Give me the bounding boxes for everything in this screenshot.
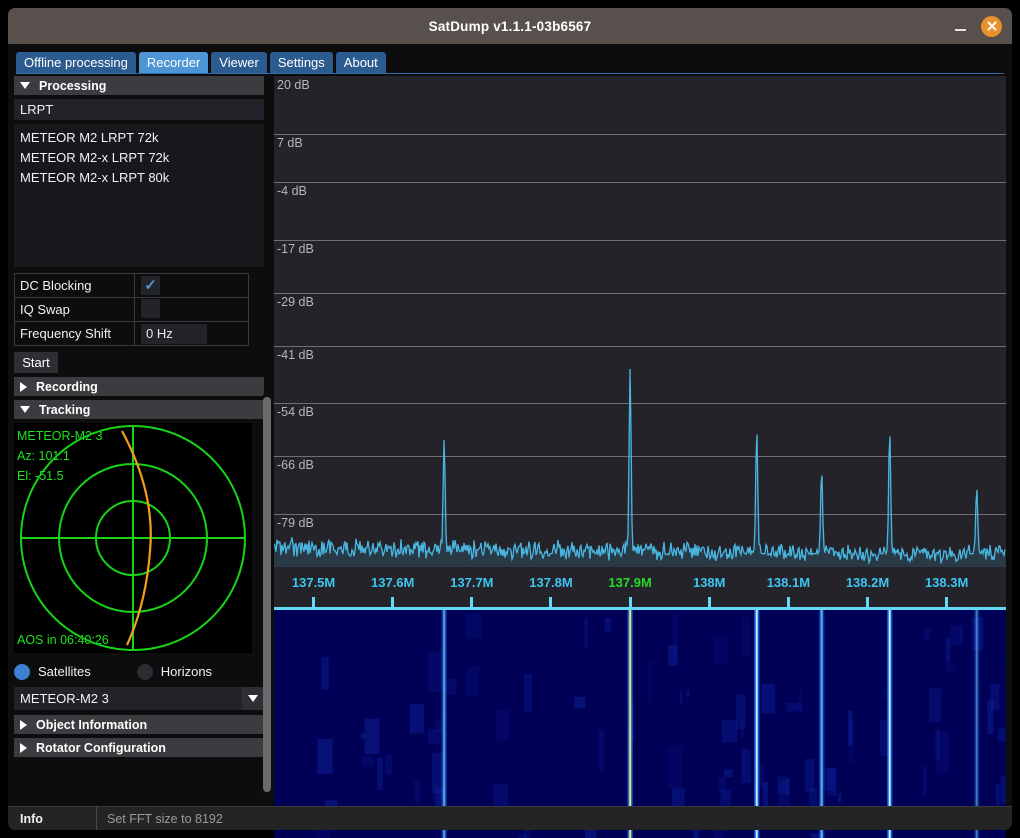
frequency-tick-label: 137.9M bbox=[608, 575, 652, 590]
tracking-mode-radios: Satellites Horizons bbox=[14, 659, 264, 684]
satdump-window: SatDump v1.1.1-03b6567 Offline processin… bbox=[0, 0, 1020, 838]
chevron-down-icon bbox=[20, 406, 30, 413]
tab-about[interactable]: About bbox=[335, 52, 386, 73]
option-label-dc-blocking: DC Blocking bbox=[14, 273, 135, 298]
section-label-tracking: Tracking bbox=[39, 402, 91, 417]
frequency-tick-label: 138M bbox=[692, 575, 726, 590]
tab-recorder[interactable]: Recorder bbox=[138, 52, 209, 73]
chevron-right-icon bbox=[20, 742, 27, 753]
check-icon: ✓ bbox=[144, 277, 157, 294]
radio-label-satellites: Satellites bbox=[38, 664, 91, 679]
tab-settings[interactable]: Settings bbox=[269, 52, 333, 73]
option-value-dc-blocking: ✓ bbox=[134, 273, 249, 298]
status-level: Info bbox=[8, 807, 97, 830]
frequency-axis[interactable]: 137.5M 137.6M 137.7M 137.8M 137.9M 138M 138.1M… bbox=[274, 567, 1006, 610]
status-message: Set FFT size to 8192 bbox=[107, 811, 223, 826]
dc-blocking-checkbox[interactable]: ✓ bbox=[141, 276, 160, 295]
close-icon[interactable] bbox=[981, 15, 1002, 37]
pipeline-list[interactable]: METEOR M2 LRPT 72k METEOR M2-x LRPT 72k … bbox=[14, 124, 264, 267]
start-button[interactable]: Start bbox=[14, 352, 58, 373]
section-header-tracking[interactable]: Tracking bbox=[14, 400, 264, 419]
title-bar: SatDump v1.1.1-03b6567 bbox=[8, 8, 1012, 44]
object-select-dropdown[interactable]: METEOR-M2 3 bbox=[14, 687, 264, 710]
tab-underline bbox=[16, 73, 1004, 74]
tab-viewer[interactable]: Viewer bbox=[211, 52, 267, 73]
section-label-recording: Recording bbox=[36, 379, 98, 394]
minimize-icon[interactable] bbox=[953, 18, 969, 34]
option-label-iq-swap: IQ Swap bbox=[14, 297, 135, 322]
pipeline-select-value: LRPT bbox=[20, 102, 54, 117]
pipeline-select[interactable]: LRPT bbox=[14, 99, 264, 120]
list-item[interactable]: METEOR M2-x LRPT 80k bbox=[20, 168, 258, 188]
left-sidebar: Processing LRPT METEOR M2 LRPT 72k METEO… bbox=[14, 76, 264, 798]
section-header-rotator-configuration[interactable]: Rotator Configuration bbox=[14, 738, 264, 757]
frequency-tick-label: 138.2M bbox=[845, 575, 890, 590]
tab-offline-processing[interactable]: Offline processing bbox=[16, 52, 136, 73]
frequency-tick-label: 137.5M bbox=[291, 575, 336, 590]
section-header-processing[interactable]: Processing bbox=[14, 76, 264, 95]
window-controls bbox=[953, 8, 1002, 44]
chevron-right-icon bbox=[20, 381, 27, 392]
elevation-readout: El: -51.5 bbox=[17, 469, 64, 483]
table-row: DC Blocking ✓ bbox=[14, 273, 249, 298]
processing-options-table: DC Blocking ✓ IQ Swap Frequency Shift 0 … bbox=[14, 273, 249, 346]
aos-countdown: AOS in 06:40:26 bbox=[17, 633, 109, 647]
tab-bar: Offline processing Recorder Viewer Setti… bbox=[16, 52, 386, 73]
section-label-object-information: Object Information bbox=[36, 717, 148, 732]
chevron-down-glyph bbox=[248, 695, 258, 702]
status-bar: Info Set FFT size to 8192 bbox=[8, 806, 1012, 830]
frequency-tick-label: 137.6M bbox=[371, 575, 415, 590]
list-item[interactable]: METEOR M2 LRPT 72k bbox=[20, 128, 258, 148]
radio-satellites[interactable] bbox=[14, 663, 30, 680]
chevron-down-icon bbox=[20, 82, 30, 89]
option-value-iq-swap bbox=[134, 297, 249, 322]
option-value-frequency-shift: 0 Hz bbox=[134, 321, 249, 346]
tracked-satellite-name: METEOR-M2 3 bbox=[17, 429, 103, 443]
window-title: SatDump v1.1.1-03b6567 bbox=[428, 18, 592, 34]
object-select-value: METEOR-M2 3 bbox=[20, 691, 109, 706]
sidebar-scrollbar-thumb[interactable] bbox=[263, 397, 271, 792]
section-label-rotator-configuration: Rotator Configuration bbox=[36, 740, 166, 755]
table-row: Frequency Shift 0 Hz bbox=[14, 321, 249, 346]
section-label-processing: Processing bbox=[39, 78, 107, 93]
polar-tracking-plot[interactable]: METEOR-M2 3 Az: 101.1 El: -51.5 AOS in 0… bbox=[14, 423, 252, 653]
frequency-shift-input[interactable]: 0 Hz bbox=[141, 323, 207, 344]
azimuth-readout: Az: 101.1 bbox=[17, 449, 70, 463]
radio-horizons[interactable] bbox=[136, 663, 153, 680]
chevron-down-icon[interactable] bbox=[242, 687, 264, 710]
fft-trace bbox=[274, 368, 1006, 567]
waterfall-graphic bbox=[274, 610, 1006, 838]
list-item[interactable]: METEOR M2-x LRPT 72k bbox=[20, 148, 258, 168]
frequency-tick-label: 138.3M bbox=[924, 575, 969, 590]
frequency-tick-label: 137.7M bbox=[450, 575, 494, 590]
radio-label-horizons: Horizons bbox=[160, 664, 213, 679]
table-row: IQ Swap bbox=[14, 297, 249, 322]
option-label-frequency-shift: Frequency Shift bbox=[14, 321, 135, 346]
waterfall-display[interactable] bbox=[274, 610, 1006, 838]
section-header-object-information[interactable]: Object Information bbox=[14, 715, 264, 734]
chevron-right-icon bbox=[20, 719, 27, 730]
fft-spectrum-plot[interactable]: 20 dB 7 dB -4 dB -17 dB -29 dB -41 dB -54 dB -6… bbox=[274, 76, 1006, 567]
frequency-tick-label: 137.8M bbox=[529, 575, 573, 590]
section-header-recording[interactable]: Recording bbox=[14, 377, 264, 396]
main-content: Offline processing Recorder Viewer Setti… bbox=[8, 44, 1012, 838]
frequency-tick-label: 138.1M bbox=[766, 575, 811, 590]
iq-swap-checkbox[interactable] bbox=[141, 298, 160, 318]
